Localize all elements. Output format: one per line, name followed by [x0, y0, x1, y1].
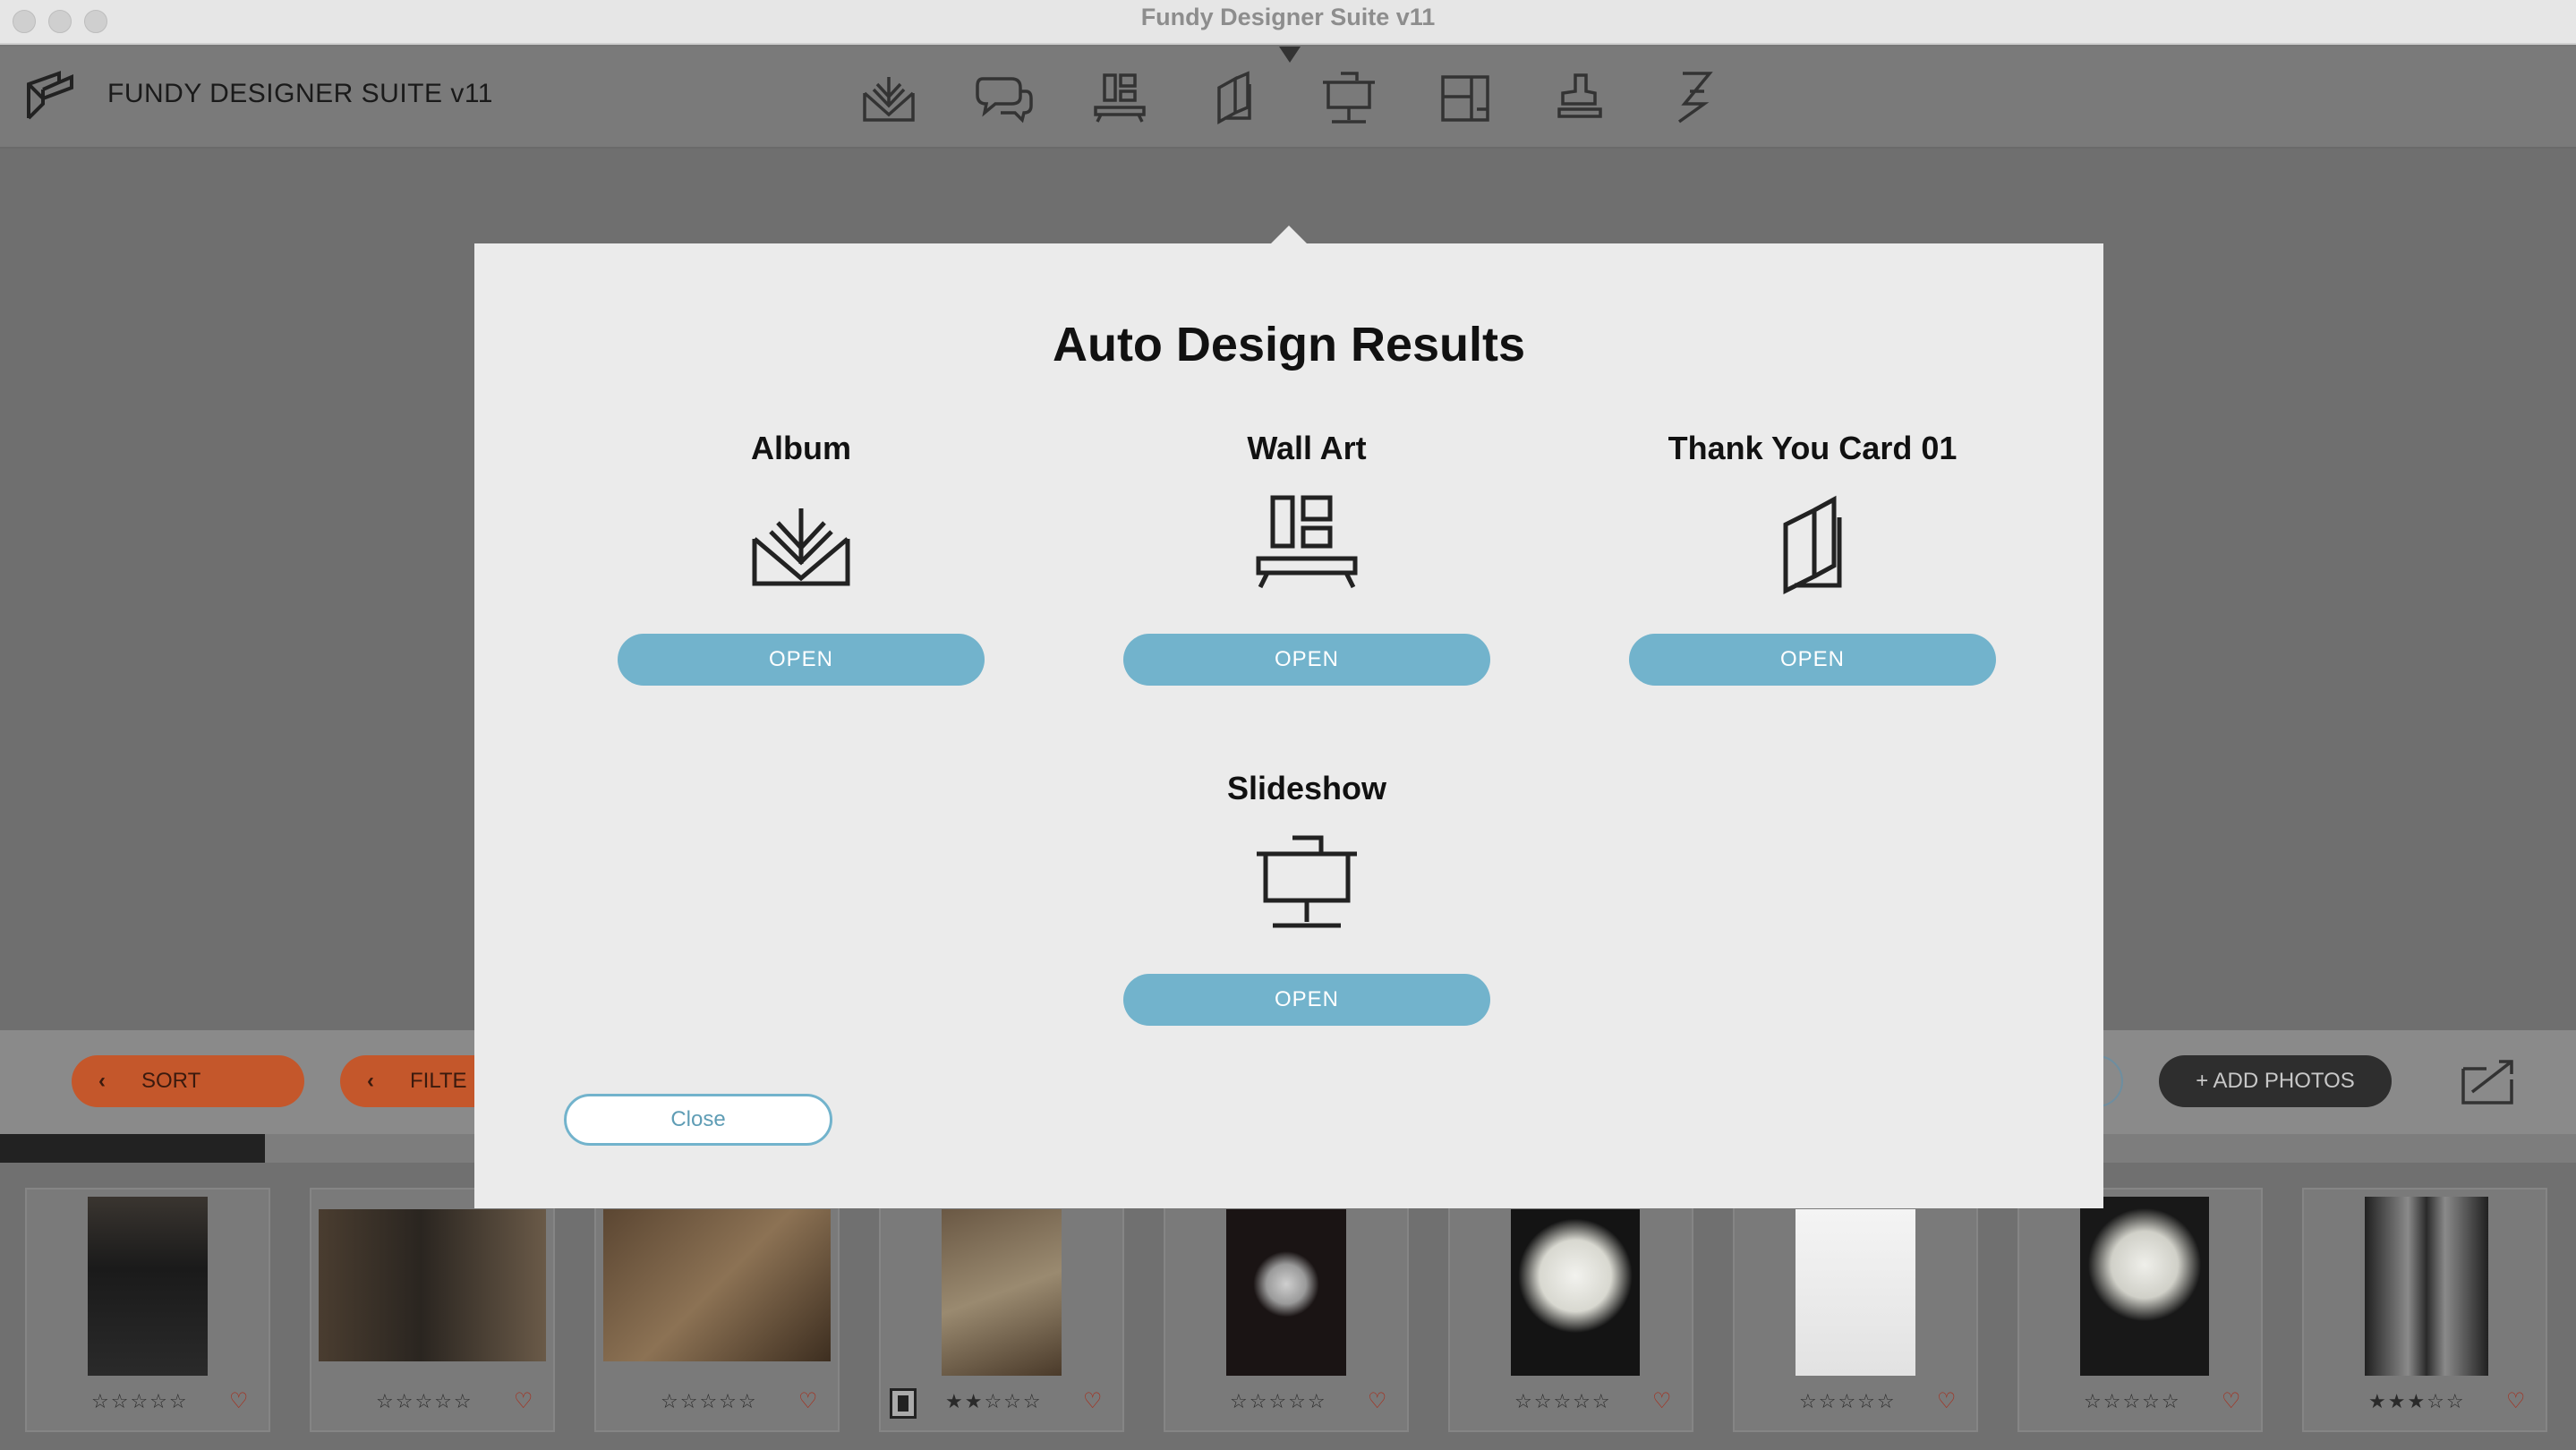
modal-caret	[1271, 226, 1307, 243]
window-titlebar: Fundy Designer Suite v11	[0, 0, 2576, 45]
proof-chat-icon[interactable]	[974, 70, 1033, 125]
filter-label: FILTE	[410, 1069, 467, 1093]
open-wall-art-button[interactable]: OPEN	[1123, 634, 1490, 686]
photo-thumb[interactable]: ★★☆☆☆ ♡	[879, 1188, 1124, 1432]
photo	[942, 1209, 1062, 1376]
star-rating[interactable]: ☆☆☆☆☆	[661, 1390, 758, 1413]
open-slideshow-button[interactable]: OPEN	[1123, 974, 1490, 1026]
document-icon	[890, 1388, 917, 1419]
auto-design-results-dialog: Auto Design Results Album OPEN Wall Art …	[474, 243, 2103, 1208]
heart-icon[interactable]: ♡	[1652, 1388, 1672, 1414]
star-rating[interactable]: ☆☆☆☆☆	[2084, 1390, 2181, 1413]
heart-icon[interactable]: ♡	[1368, 1388, 1387, 1414]
result-label: Thank You Card 01	[1668, 430, 1958, 466]
fundy-f-icon[interactable]	[1665, 70, 1724, 125]
open-thank-you-card-button[interactable]: OPEN	[1629, 634, 1996, 686]
photo	[1796, 1209, 1915, 1376]
window-title: Fundy Designer Suite v11	[1140, 4, 1436, 30]
slideshow-icon	[1257, 835, 1357, 928]
photo-thumb[interactable]: ☆☆☆☆☆ ♡	[25, 1188, 270, 1432]
chevron-left-icon: ‹	[98, 1069, 106, 1093]
heart-icon[interactable]: ♡	[1083, 1388, 1103, 1414]
heart-icon[interactable]: ♡	[2506, 1388, 2526, 1414]
wall-art-icon	[1256, 495, 1358, 589]
sort-button[interactable]: ‹ SORT	[72, 1055, 304, 1107]
dialog-title: Auto Design Results	[1052, 318, 1526, 371]
export-icon[interactable]	[2460, 1056, 2521, 1106]
photo	[2365, 1197, 2488, 1376]
star-rating[interactable]: ☆☆☆☆☆	[1230, 1390, 1327, 1413]
result-label: Slideshow	[1226, 770, 1387, 806]
heart-icon[interactable]: ♡	[2222, 1388, 2241, 1414]
heart-icon[interactable]: ♡	[1937, 1388, 1957, 1414]
photo-thumb[interactable]: ☆☆☆☆☆ ♡	[1733, 1188, 1978, 1432]
star-rating[interactable]: ★★★☆☆	[2368, 1390, 2466, 1413]
heart-icon[interactable]: ♡	[229, 1388, 249, 1414]
photo	[88, 1197, 208, 1376]
photo	[2080, 1197, 2209, 1376]
star-rating[interactable]: ☆☆☆☆☆	[91, 1390, 189, 1413]
star-rating[interactable]: ★★☆☆☆	[945, 1390, 1043, 1413]
layout-icon[interactable]	[1436, 70, 1495, 125]
album-icon	[752, 508, 850, 586]
star-rating[interactable]: ☆☆☆☆☆	[376, 1390, 473, 1413]
photo	[319, 1209, 546, 1361]
photo	[603, 1209, 831, 1361]
photo	[1511, 1209, 1640, 1376]
app-name: FUNDY DESIGNER SUITE v11	[107, 79, 493, 108]
star-rating[interactable]: ☆☆☆☆☆	[1799, 1390, 1897, 1413]
wall-art-icon[interactable]	[1090, 70, 1149, 125]
progress-fill	[0, 1134, 266, 1163]
photo-thumb[interactable]: ☆☆☆☆☆ ♡	[310, 1188, 555, 1432]
stamp-icon[interactable]	[1550, 70, 1609, 125]
photo	[1226, 1209, 1346, 1376]
photo-thumb[interactable]: ☆☆☆☆☆ ♡	[2017, 1188, 2263, 1432]
sort-label: SORT	[141, 1069, 201, 1093]
heart-icon[interactable]: ♡	[514, 1388, 533, 1414]
chevron-left-icon: ‹	[367, 1069, 374, 1093]
album-icon[interactable]	[859, 70, 918, 125]
slideshow-icon[interactable]	[1319, 70, 1378, 125]
result-label: Album	[751, 430, 851, 466]
close-button[interactable]: Close	[564, 1094, 832, 1146]
add-photos-button[interactable]: + ADD PHOTOS	[2159, 1055, 2392, 1107]
open-album-button[interactable]: OPEN	[618, 634, 985, 686]
photo-thumb[interactable]: ★★★☆☆ ♡	[2302, 1188, 2547, 1432]
photo-thumb[interactable]: ☆☆☆☆☆ ♡	[1448, 1188, 1693, 1432]
heart-icon[interactable]: ♡	[798, 1388, 818, 1414]
cards-icon	[1783, 495, 1842, 595]
cards-icon[interactable]	[1205, 70, 1264, 125]
active-tool-indicator	[1279, 47, 1301, 63]
photo-thumb[interactable]: ☆☆☆☆☆ ♡	[1164, 1188, 1409, 1432]
star-rating[interactable]: ☆☆☆☆☆	[1514, 1390, 1612, 1413]
result-label: Wall Art	[1247, 430, 1367, 466]
fundy-logo-icon	[27, 71, 73, 120]
photo-thumb[interactable]: ☆☆☆☆☆ ♡	[594, 1188, 840, 1432]
